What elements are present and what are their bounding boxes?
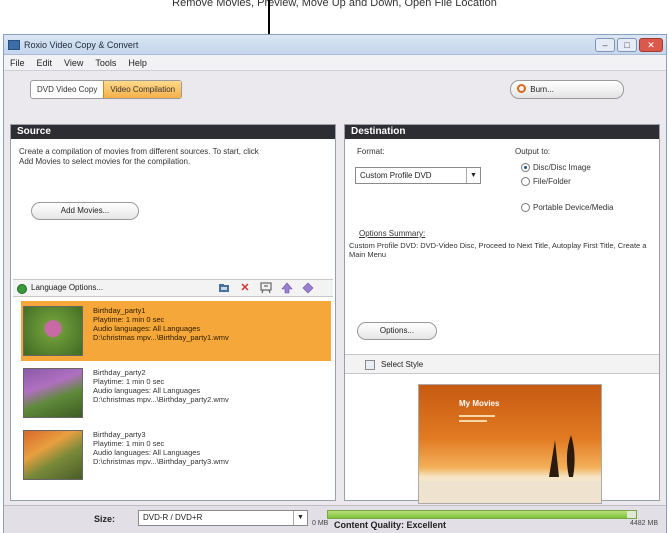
options-summary-link[interactable]: Options Summary: bbox=[359, 229, 425, 238]
remove-movie-icon[interactable]: ✕ bbox=[239, 282, 251, 294]
size-select[interactable]: DVD-R / DVD+R ▼ bbox=[138, 510, 308, 526]
size-value: DVD-R / DVD+R bbox=[143, 513, 203, 522]
content-quality-text: Content Quality: Excellent bbox=[334, 520, 447, 530]
output-option-label: File/Folder bbox=[533, 177, 571, 186]
movie-thumbnail bbox=[23, 430, 83, 480]
movie-item[interactable]: Birthday_party1 Playtime: 1 min 0 sec Au… bbox=[21, 301, 331, 361]
movie-audio: Audio languages: All Languages bbox=[93, 324, 201, 333]
language-icon bbox=[17, 284, 27, 294]
select-style-bar[interactable]: Select Style bbox=[345, 354, 659, 374]
output-option-label: Portable Device/Media bbox=[533, 203, 614, 212]
menu-tools[interactable]: Tools bbox=[95, 58, 116, 68]
source-description: Create a compilation of movies from diff… bbox=[19, 147, 259, 166]
source-header: Source bbox=[11, 125, 335, 139]
preview-icon[interactable] bbox=[260, 282, 272, 294]
callout-caption: Remove Movies, Preview, Move Up and Down… bbox=[172, 0, 497, 9]
burn-button[interactable]: Burn... bbox=[510, 80, 624, 99]
movie-name: Birthday_party2 bbox=[93, 368, 146, 377]
movie-playtime: Playtime: 1 min 0 sec bbox=[93, 377, 165, 386]
burn-label: Burn... bbox=[530, 85, 554, 94]
toolbar: DVD Video Copy Video Compilation Burn... bbox=[4, 71, 666, 109]
menu-file[interactable]: File bbox=[10, 58, 25, 68]
movie-name: Birthday_party3 bbox=[93, 430, 146, 439]
movie-path: D:\christmas mpv...\Birthday_party1.wmv bbox=[93, 333, 229, 342]
add-movies-button[interactable]: Add Movies... bbox=[31, 202, 139, 220]
move-down-icon[interactable] bbox=[302, 282, 314, 294]
source-pane: Source Create a compilation of movies fr… bbox=[10, 124, 336, 501]
movie-path: D:\christmas mpv...\Birthday_party2.wmv bbox=[93, 395, 229, 404]
output-disc-radio[interactable]: Disc/Disc Image bbox=[521, 163, 591, 172]
min-size-label: 0 MB bbox=[312, 520, 329, 527]
movie-path: D:\christmas mpv...\Birthday_party3.wmv bbox=[93, 457, 229, 466]
radio-selected-icon bbox=[521, 163, 530, 172]
format-value: Custom Profile DVD bbox=[360, 171, 432, 180]
movie-name: Birthday_party1 bbox=[93, 306, 146, 315]
preview-artwork bbox=[419, 435, 601, 503]
movie-audio: Audio languages: All Languages bbox=[93, 448, 201, 457]
tab-dvd-video-copy[interactable]: DVD Video Copy bbox=[31, 81, 103, 98]
movie-playtime: Playtime: 1 min 0 sec bbox=[93, 439, 165, 448]
output-option-label: Disc/Disc Image bbox=[533, 163, 591, 172]
movie-thumbnail bbox=[23, 306, 83, 356]
output-portable-radio[interactable]: Portable Device/Media bbox=[521, 203, 613, 212]
close-button[interactable]: ✕ bbox=[639, 37, 663, 52]
open-file-location-icon[interactable] bbox=[218, 282, 230, 294]
tab-video-compilation[interactable]: Video Compilation bbox=[103, 81, 182, 98]
window-title: Roxio Video Copy & Convert bbox=[24, 39, 139, 50]
movie-thumbnail bbox=[23, 368, 83, 418]
options-button[interactable]: Options... bbox=[357, 322, 437, 340]
movie-playtime: Playtime: 1 min 0 sec bbox=[93, 315, 165, 324]
mode-tabs: DVD Video Copy Video Compilation bbox=[30, 80, 183, 99]
app-window: Roxio Video Copy & Convert – □ ✕ File Ed… bbox=[3, 34, 667, 533]
move-up-icon[interactable] bbox=[281, 282, 293, 294]
capacity-bar bbox=[327, 510, 637, 519]
select-style-label: Select Style bbox=[381, 360, 424, 369]
language-options-bar: Language Options... ✕ bbox=[13, 279, 333, 297]
format-select[interactable]: Custom Profile DVD ▼ bbox=[355, 167, 481, 184]
output-file-radio[interactable]: File/Folder bbox=[521, 177, 571, 186]
menu-view[interactable]: View bbox=[64, 58, 83, 68]
format-label: Format: bbox=[357, 147, 385, 156]
output-label: Output to: bbox=[515, 147, 551, 156]
menu-edit[interactable]: Edit bbox=[37, 58, 53, 68]
menu-help[interactable]: Help bbox=[128, 58, 147, 68]
title-bar[interactable]: Roxio Video Copy & Convert – □ ✕ bbox=[4, 35, 666, 55]
max-size-label: 4482 MB bbox=[630, 520, 659, 527]
movie-item[interactable]: Birthday_party3 Playtime: 1 min 0 sec Au… bbox=[21, 425, 331, 485]
destination-header: Destination bbox=[345, 125, 659, 139]
maximize-button[interactable]: □ bbox=[617, 37, 637, 52]
menu-bar: File Edit View Tools Help bbox=[4, 55, 666, 71]
destination-pane: Destination Format: Custom Profile DVD ▼… bbox=[344, 124, 660, 504]
radio-icon bbox=[521, 203, 530, 212]
movie-item[interactable]: Birthday_party2 Playtime: 1 min 0 sec Au… bbox=[21, 363, 331, 423]
movie-audio: Audio languages: All Languages bbox=[93, 386, 201, 395]
radio-icon bbox=[521, 177, 530, 186]
chevron-down-icon: ▼ bbox=[466, 168, 480, 183]
minimize-button[interactable]: – bbox=[595, 37, 615, 52]
style-icon bbox=[365, 360, 375, 370]
capacity-fill bbox=[328, 511, 627, 518]
language-options-button[interactable]: Language Options... bbox=[31, 283, 103, 292]
chevron-down-icon: ▼ bbox=[293, 511, 307, 525]
options-summary-text: Custom Profile DVD: DVD-Video Disc, Proc… bbox=[349, 241, 647, 259]
status-bar: Size: DVD-R / DVD+R ▼ 0 MB Content Quali… bbox=[4, 505, 666, 533]
burn-icon bbox=[517, 84, 526, 93]
menu-style-preview[interactable]: My Movies bbox=[418, 384, 602, 504]
app-icon bbox=[8, 39, 20, 50]
size-label: Size: bbox=[94, 514, 116, 524]
